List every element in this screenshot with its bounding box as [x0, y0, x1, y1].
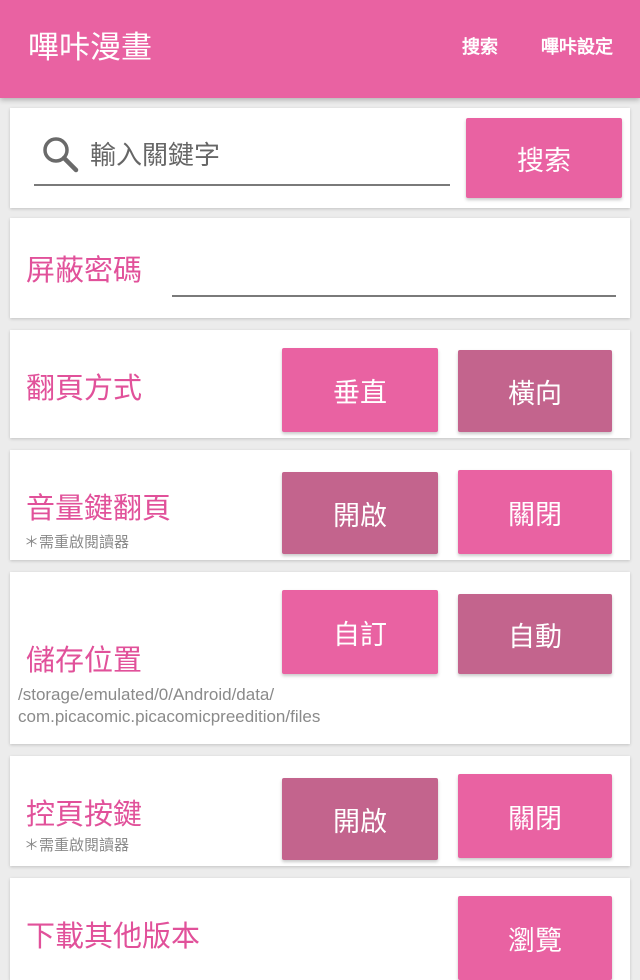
search-action[interactable]: 搜索	[462, 36, 498, 60]
other-versions-label: 下載其他版本	[26, 919, 201, 953]
storage-card: 儲存位置 自訂 自動 /storage/emulated/0/Android/d…	[10, 572, 630, 744]
settings-action[interactable]: 嗶咔設定	[541, 36, 613, 60]
search-input-underline	[34, 184, 450, 186]
storage-path-line2: com.picacomic.picacomicpreedition/files	[18, 707, 321, 726]
storage-label: 儲存位置	[26, 643, 143, 677]
volume-key-off-button[interactable]: 關閉	[458, 470, 612, 554]
page-turn-card: 翻頁方式 垂直 橫向	[10, 330, 630, 438]
browse-button[interactable]: 瀏覽	[458, 896, 612, 980]
password-input-underline	[172, 295, 616, 297]
control-key-on-button[interactable]: 開啟	[282, 778, 438, 860]
control-key-note: ＊需重啟閱讀器	[24, 836, 130, 854]
app-bar: 嗶咔漫畫 搜索 嗶咔設定	[0, 0, 640, 98]
volume-key-note: ＊需重啟閱讀器	[24, 533, 130, 551]
volume-key-card: 音量鍵翻頁 ＊需重啟閱讀器 開啟 關閉	[10, 450, 630, 560]
search-button[interactable]: 搜索	[466, 118, 622, 198]
password-card: 屏蔽密碼	[10, 218, 630, 318]
custom-storage-button[interactable]: 自訂	[282, 590, 438, 674]
control-key-label: 控頁按鍵	[26, 797, 143, 831]
search-input[interactable]	[90, 136, 450, 176]
search-icon	[43, 137, 79, 173]
search-card: 搜索	[10, 108, 630, 208]
app-title: 嗶咔漫畫	[28, 30, 152, 66]
volume-key-on-button[interactable]: 開啟	[282, 472, 438, 554]
password-field[interactable]	[172, 260, 616, 294]
storage-path-line1: /storage/emulated/0/Android/data/	[18, 685, 275, 704]
vertical-button[interactable]: 垂直	[282, 348, 438, 432]
control-key-card: 控頁按鍵 ＊需重啟閱讀器 開啟 關閉	[10, 756, 630, 866]
password-label: 屏蔽密碼	[26, 253, 143, 287]
page-turn-label: 翻頁方式	[26, 371, 143, 405]
other-versions-card: 下載其他版本 瀏覽	[10, 878, 630, 980]
auto-storage-button[interactable]: 自動	[458, 594, 612, 674]
control-key-off-button[interactable]: 關閉	[458, 774, 612, 858]
horizontal-button[interactable]: 橫向	[458, 350, 612, 432]
volume-key-label: 音量鍵翻頁	[26, 491, 172, 525]
